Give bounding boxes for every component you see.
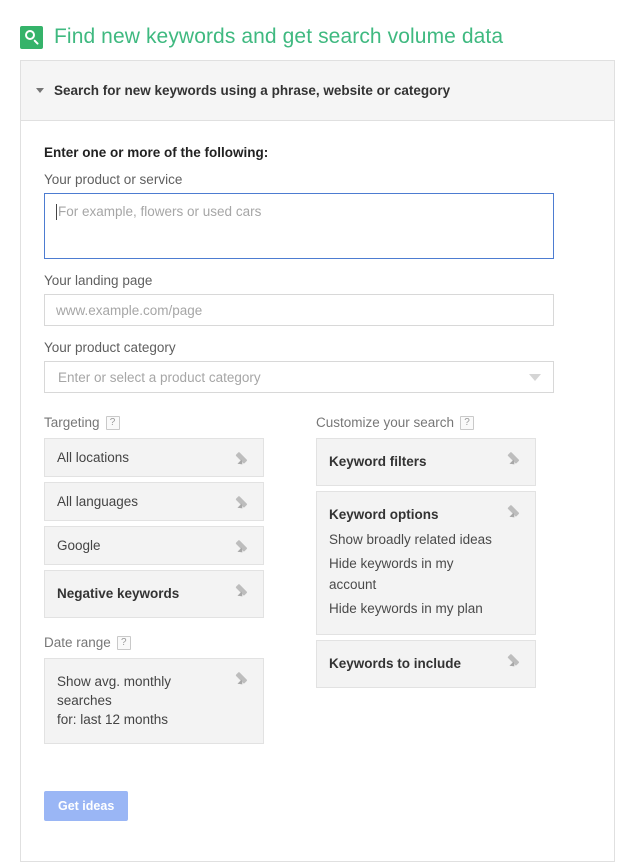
- customize-label-text: Customize your search: [316, 415, 455, 430]
- triangle-down-icon[interactable]: [529, 373, 541, 381]
- help-icon-customize[interactable]: ?: [460, 415, 475, 430]
- landing-page-label: Your landing page: [44, 273, 153, 288]
- date-range-section: Date range ? Show avg. monthly searches …: [44, 635, 264, 744]
- targeting-item-search-network[interactable]: Google: [44, 526, 264, 565]
- date-range-label-text: Date range: [44, 635, 111, 650]
- targeting-item-locations[interactable]: All locations: [44, 438, 264, 477]
- panel-body: Enter one or more of the following: Your…: [21, 121, 614, 861]
- product-or-service-placeholder: For example, flowers or used cars: [58, 204, 262, 219]
- date-range-item[interactable]: Show avg. monthly searches for: last 12 …: [44, 658, 264, 744]
- keyword-filters-label: Keyword filters: [329, 454, 427, 469]
- targeting-item-label: All locations: [57, 450, 130, 465]
- keyword-filters-item[interactable]: Keyword filters: [316, 438, 536, 486]
- pencil-icon[interactable]: [235, 450, 252, 467]
- date-range-line1: Show avg. monthly searches: [57, 674, 172, 708]
- magnifier-handle: [33, 38, 39, 45]
- pencil-icon[interactable]: [235, 582, 252, 599]
- page-header: Find new keywords and get search volume …: [0, 0, 631, 56]
- action-row: Get ideas: [44, 791, 591, 821]
- keyword-option-line: Hide keywords in my plan: [329, 601, 483, 616]
- keyword-options-label: Keyword options: [329, 507, 439, 522]
- keywords-to-include-item[interactable]: Keywords to include: [316, 640, 536, 688]
- magnifier-ring: [25, 29, 35, 40]
- pencil-icon[interactable]: [235, 670, 252, 687]
- field-product-or-service: Your product or service For example, flo…: [44, 172, 591, 259]
- panel-header-toggle[interactable]: Search for new keywords using a phrase, …: [21, 61, 614, 121]
- product-category-select[interactable]: Enter or select a product category: [44, 361, 554, 393]
- chevron-down-icon[interactable]: [36, 88, 44, 93]
- targeting-item-label: Google: [57, 538, 101, 553]
- targeting-item-label: All languages: [57, 494, 139, 509]
- targeting-column: Targeting ? All locations All languages …: [44, 415, 264, 749]
- pencil-icon[interactable]: [507, 503, 524, 520]
- keyword-options-item[interactable]: Keyword options Show broadly related ide…: [316, 491, 536, 635]
- date-range-line2: for: last 12 months: [57, 712, 169, 727]
- search-magnifier-icon: [20, 25, 43, 49]
- customize-column: Customize your search ? Keyword filters …: [316, 415, 536, 749]
- field-product-category: Your product category Enter or select a …: [44, 340, 591, 393]
- text-cursor: [56, 204, 57, 220]
- get-ideas-button[interactable]: Get ideas: [44, 791, 129, 821]
- keyword-option-line: Hide keywords in my account: [329, 556, 454, 592]
- keyword-option-line: Show broadly related ideas: [329, 532, 492, 547]
- product-category-label: Your product category: [44, 340, 176, 355]
- search-panel: Search for new keywords using a phrase, …: [20, 60, 615, 862]
- landing-page-placeholder: www.example.com/page: [56, 302, 203, 318]
- options-columns: Targeting ? All locations All languages …: [44, 415, 591, 749]
- pencil-icon[interactable]: [235, 494, 252, 511]
- targeting-item-negative-keywords[interactable]: Negative keywords: [44, 570, 264, 618]
- product-category-placeholder: Enter or select a product category: [58, 369, 261, 385]
- product-or-service-input[interactable]: For example, flowers or used cars: [44, 193, 554, 259]
- panel-header-label: Search for new keywords using a phrase, …: [54, 83, 451, 98]
- pencil-icon[interactable]: [507, 450, 524, 467]
- form-heading: Enter one or more of the following:: [44, 145, 269, 160]
- help-icon-date-range[interactable]: ?: [116, 635, 131, 650]
- date-range-section-label: Date range ?: [44, 635, 264, 650]
- field-landing-page: Your landing page www.example.com/page: [44, 273, 591, 326]
- targeting-item-label: Negative keywords: [57, 586, 180, 601]
- targeting-section-label: Targeting ?: [44, 415, 264, 430]
- product-or-service-label: Your product or service: [44, 172, 183, 187]
- keywords-to-include-label: Keywords to include: [329, 656, 462, 671]
- page-title: Find new keywords and get search volume …: [54, 25, 504, 48]
- pencil-icon[interactable]: [507, 652, 524, 669]
- landing-page-input[interactable]: www.example.com/page: [44, 294, 554, 326]
- targeting-label-text: Targeting: [44, 415, 100, 430]
- help-icon-targeting[interactable]: ?: [105, 415, 120, 430]
- targeting-item-languages[interactable]: All languages: [44, 482, 264, 521]
- customize-section-label: Customize your search ?: [316, 415, 536, 430]
- pencil-icon[interactable]: [235, 538, 252, 555]
